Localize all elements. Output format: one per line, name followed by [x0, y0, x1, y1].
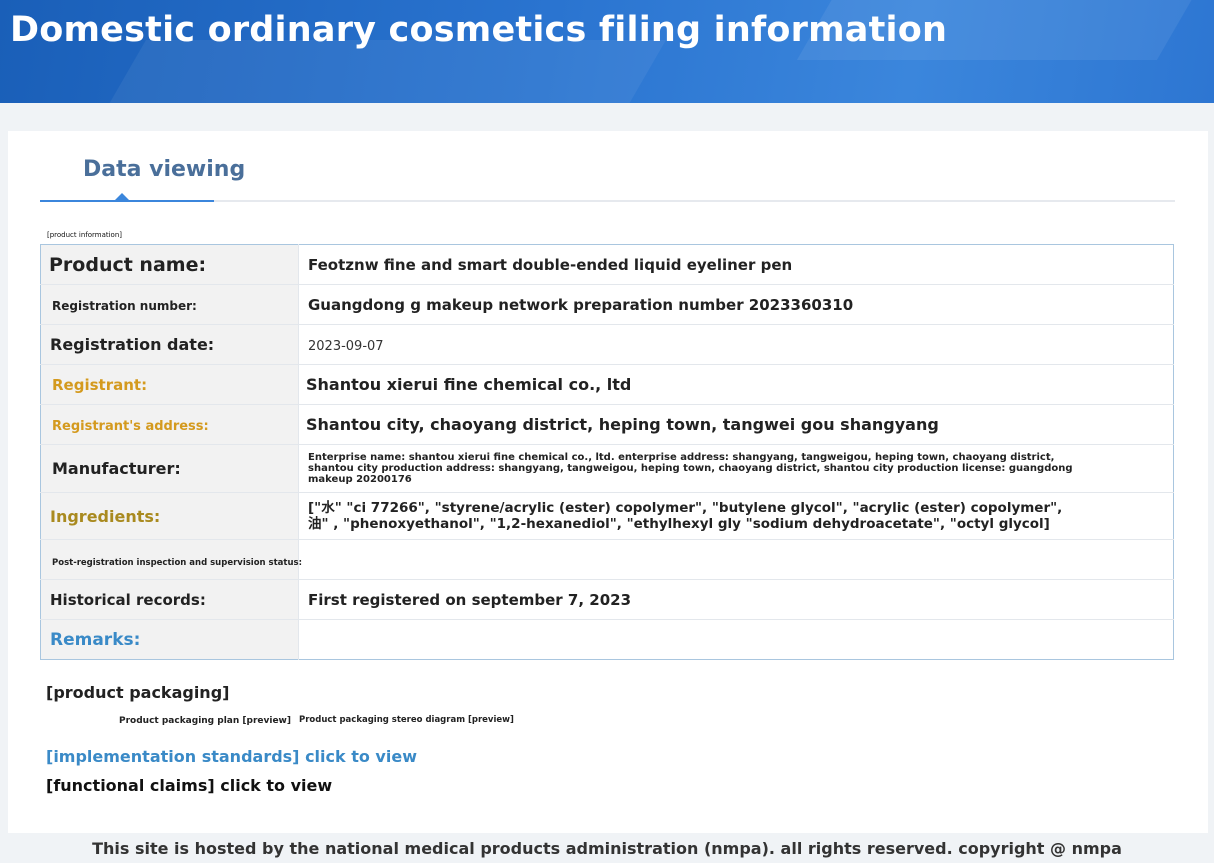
- packaging-plan-preview-link[interactable]: Product packaging plan [preview]: [119, 716, 291, 726]
- content-card: Data viewing [product information] Produ…: [8, 131, 1208, 833]
- row-label-cell: Post-registration inspection and supervi…: [40, 539, 302, 580]
- table-row: Registrant's address: Shantou city, chao…: [40, 404, 1174, 445]
- ingredients-label: Ingredients:: [50, 506, 161, 526]
- registration-number-value: Guangdong g makeup network preparation n…: [308, 296, 854, 314]
- ingredients-value-line1: ["水" "ci 77266", "styrene/acrylic (ester…: [308, 500, 1063, 516]
- registrant-label: Registrant:: [52, 376, 148, 394]
- row-value-cell: [298, 539, 1174, 580]
- row-label-cell: Historical records:: [40, 579, 299, 620]
- row-label-cell: Remarks:: [40, 619, 299, 660]
- packaging-stereo-preview-link[interactable]: Product packaging stereo diagram [previe…: [299, 715, 514, 725]
- table-row: Ingredients: ["水" "ci 77266", "styrene/a…: [40, 492, 1174, 540]
- page-title: Domestic ordinary cosmetics filing infor…: [10, 10, 948, 50]
- product-name-label: Product name:: [49, 253, 207, 276]
- row-label-cell: Registration date:: [40, 324, 299, 365]
- table-row: Manufacturer: Enterprise name: shantou x…: [40, 444, 1174, 493]
- registrant-address-label: Registrant's address:: [52, 419, 209, 434]
- row-label-cell: Manufacturer:: [40, 444, 299, 493]
- product-name-value: Feotznw fine and smart double-ended liqu…: [308, 256, 793, 274]
- implementation-standards-link[interactable]: [implementation standards] click to view: [46, 747, 417, 766]
- row-label-cell: Product name:: [40, 244, 299, 285]
- packaging-section-title: [product packaging]: [46, 683, 230, 702]
- registration-number-label: Registration number:: [52, 299, 197, 313]
- table-row: Product name: Feotznw fine and smart dou…: [40, 244, 1174, 285]
- functional-claims-link[interactable]: [functional claims] click to view: [46, 776, 332, 795]
- manufacturer-label: Manufacturer:: [52, 459, 181, 478]
- registration-date-label: Registration date:: [50, 335, 215, 354]
- table-row: Registration number: Guangdong g makeup …: [40, 284, 1174, 325]
- row-label-cell: Registrant's address:: [40, 404, 299, 445]
- active-tab-caret-icon: [115, 193, 129, 200]
- product-info-section-label: [product information]: [47, 231, 123, 239]
- row-value-cell: Guangdong g makeup network preparation n…: [298, 284, 1174, 325]
- registration-date-value: 2023-09-07: [308, 339, 384, 354]
- inspection-status-label: Post-registration inspection and supervi…: [52, 558, 302, 568]
- table-row: Historical records: First registered on …: [40, 579, 1174, 620]
- row-value-cell: Enterprise name: shantou xierui fine che…: [298, 444, 1174, 493]
- tab-bar: Data viewing: [40, 131, 1175, 202]
- row-label-cell: Ingredients:: [40, 492, 299, 540]
- row-value-cell: ["水" "ci 77266", "styrene/acrylic (ester…: [298, 492, 1174, 540]
- row-value-cell: Feotznw fine and smart double-ended liqu…: [298, 244, 1174, 285]
- tab-data-viewing[interactable]: Data viewing: [40, 155, 245, 202]
- tab-label: Data viewing: [83, 157, 246, 182]
- header-banner: Domestic ordinary cosmetics filing infor…: [0, 0, 1214, 103]
- row-value-cell: Shantou xierui fine chemical co., ltd: [298, 364, 1174, 405]
- row-value-cell: [299, 620, 1174, 660]
- ingredients-value-line2: 油" , "phenoxyethanol", "1,2-hexanediol",…: [308, 516, 1050, 532]
- remarks-label: Remarks:: [50, 629, 141, 650]
- row-value-cell: 2023-09-07: [298, 324, 1174, 365]
- table-row: Registrant: Shantou xierui fine chemical…: [40, 364, 1174, 405]
- row-value-cell: First registered on september 7, 2023: [298, 579, 1174, 620]
- registrant-address-value: Shantou city, chaoyang district, heping …: [306, 415, 939, 434]
- registrant-value: Shantou xierui fine chemical co., ltd: [306, 375, 632, 394]
- manufacturer-value: Enterprise name: shantou xierui fine che…: [308, 452, 1073, 485]
- table-row: Registration date: 2023-09-07: [40, 324, 1174, 365]
- row-label-cell: Registration number:: [40, 284, 299, 325]
- row-label-cell: Registrant:: [40, 364, 299, 405]
- table-row: Post-registration inspection and supervi…: [40, 539, 1174, 580]
- historical-records-label: Historical records:: [50, 591, 206, 609]
- table-row: Remarks:: [40, 619, 1174, 660]
- row-value-cell: Shantou city, chaoyang district, heping …: [298, 404, 1174, 445]
- footer-copyright: This site is hosted by the national medi…: [92, 839, 1122, 858]
- historical-records-value: First registered on september 7, 2023: [308, 591, 632, 609]
- product-info-table: Product name: Feotznw fine and smart dou…: [40, 244, 1174, 660]
